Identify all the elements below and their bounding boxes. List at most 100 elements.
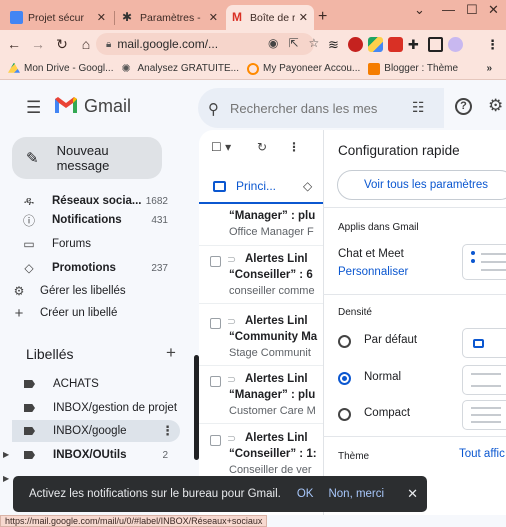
row-checkbox[interactable] (210, 435, 221, 446)
density-compact-label: Compact (364, 407, 411, 419)
density-default-label: Par défaut (364, 334, 418, 346)
density-normal-label: Normal (364, 371, 402, 383)
extension-icon[interactable]: ≋ (328, 37, 343, 52)
profile-avatar-icon[interactable] (448, 37, 463, 52)
important-icon[interactable]: ⊃ (227, 373, 236, 386)
main-menu-icon[interactable]: ☰ (26, 98, 41, 118)
bookmark-payoneer[interactable]: My Payoneer Accou... (247, 62, 360, 75)
customize-link[interactable]: Personnaliser (338, 266, 408, 278)
help-icon[interactable]: ? (455, 98, 472, 115)
density-section-title: Densité (338, 307, 372, 318)
star-icon[interactable]: ☆ (309, 36, 330, 50)
sidebar-label-google[interactable]: INBOX/google ⋮ (12, 420, 180, 442)
bookmarks-bar: Mon Drive - Googl... ✺ Analysez GRATUITE… (0, 58, 506, 80)
tag-icon: ◇ (24, 261, 34, 275)
important-icon[interactable]: ⊃ (227, 315, 236, 328)
browser-tab-1[interactable]: Projet sécur ✕ (4, 5, 112, 30)
maximize-icon[interactable]: ☐ (466, 2, 478, 18)
density-compact-preview (462, 400, 506, 430)
close-icon[interactable]: ✕ (97, 11, 106, 24)
share-icon[interactable]: ⇱ (288, 36, 308, 50)
see-all-settings-button[interactable]: Voir tous les paramètres (337, 170, 506, 200)
close-icon[interactable]: ✕ (299, 11, 308, 24)
close-icon[interactable]: ✕ (407, 486, 418, 502)
label-icon (24, 380, 35, 388)
mail-row[interactable]: ⊃ Alertes Linl “Manager” : plu Customer … (199, 368, 323, 424)
close-window-icon[interactable]: ✕ (488, 2, 499, 18)
density-default-radio[interactable] (338, 335, 351, 348)
extension-abp-icon[interactable] (348, 37, 363, 52)
close-icon[interactable]: ✕ (209, 11, 218, 24)
home-icon[interactable]: ⌂ (76, 36, 96, 52)
extension-red-icon[interactable] (388, 37, 403, 52)
search-icon[interactable]: ⚲ (208, 100, 219, 118)
browser-tab-2[interactable]: ✱ Paramètres - ✕ (116, 5, 224, 30)
new-tab-button[interactable]: + (318, 8, 327, 26)
mail-row[interactable]: ⊃ Alertes Linl “Conseiller” : 1: Conseil… (199, 427, 323, 483)
more-vert-icon[interactable]: ⋮ (288, 140, 300, 154)
add-label-button[interactable]: + (166, 343, 176, 363)
compose-button[interactable]: ✎ Nouveau message (12, 137, 162, 179)
tag-icon[interactable]: ◇ (303, 179, 312, 193)
minimize-icon[interactable]: — (442, 2, 455, 17)
bookmark-blogger[interactable]: Blogger : Thème (368, 62, 458, 75)
density-normal-preview (462, 365, 506, 395)
plus-icon: + (14, 304, 24, 322)
drive-extension-icon[interactable] (368, 37, 383, 52)
sidebar-item-forums[interactable]: ▭ Forums (12, 233, 180, 255)
density-normal-radio[interactable] (338, 372, 351, 385)
bookmark-drive[interactable]: Mon Drive - Googl... (8, 62, 113, 75)
gmail-favicon-icon: M (232, 10, 242, 24)
sidebar-item-create-label[interactable]: + Créer un libellé (12, 302, 180, 324)
browser-tab-3[interactable]: M Boîte de réc ✕ (226, 5, 314, 30)
density-compact-radio[interactable] (338, 408, 351, 421)
expand-arrow-icon[interactable]: ▶ (3, 450, 9, 459)
theme-see-all-link[interactable]: Tout affic (459, 448, 505, 460)
bookmarks-overflow[interactable]: » (486, 63, 492, 74)
refresh-icon[interactable]: ↻ (257, 140, 267, 154)
sidebar-item-manage-labels[interactable]: ⚙ Gérer les libellés (12, 280, 180, 302)
back-arrow-icon[interactable]: ← (4, 36, 24, 52)
snackbar-message: Activez les notifications sur le bureau … (29, 488, 281, 500)
mail-row[interactable]: “Manager” : plu Office Manager F (199, 206, 323, 246)
puzzle-icon[interactable]: ✚ (408, 37, 423, 52)
seo-icon: ✺ (121, 62, 131, 75)
more-vert-icon[interactable]: ⋮ (486, 37, 501, 52)
search-input[interactable] (230, 98, 402, 118)
select-all-checkbox[interactable]: ☐ ▾ (211, 140, 231, 154)
theme-section-title: Thème (338, 451, 370, 462)
chevron-down-icon[interactable]: ⌄ (414, 2, 425, 18)
row-checkbox[interactable] (210, 376, 221, 387)
snackbar-ok-button[interactable]: OK (297, 488, 314, 500)
mail-row[interactable]: ⊃ Alertes Linl “Conseiller” : 6 conseill… (199, 248, 323, 304)
sidebar-label-gestion-projet[interactable]: INBOX/gestion de projet (12, 397, 180, 419)
more-vert-icon[interactable]: ⋮ (161, 423, 174, 439)
snackbar-no-button[interactable]: Non, merci (328, 488, 384, 500)
inbox-icon (213, 180, 226, 192)
eye-icon[interactable]: ◉ (268, 36, 288, 50)
sidebar-label-outils[interactable]: INBOX/OUtils 2 (12, 444, 180, 466)
divider (323, 294, 506, 295)
tab-separator (114, 11, 115, 25)
important-icon[interactable]: ⊃ (227, 253, 236, 266)
reload-icon[interactable]: ↻ (52, 36, 72, 53)
info-icon: ⓘ (22, 213, 35, 228)
sidebar-item-notifications[interactable]: ⓘ Notifications 431 (12, 209, 180, 231)
row-checkbox[interactable] (210, 256, 221, 267)
bookmark-analysez[interactable]: ✺ Analysez GRATUITE... (121, 63, 239, 75)
settings-gear-icon[interactable]: ⚙ (488, 96, 503, 116)
sidebar-label-achats[interactable]: ACHATS (12, 373, 180, 395)
quick-settings-title: Configuration rapide (338, 143, 460, 158)
search-options-icon[interactable]: ☷ (412, 99, 425, 116)
sidebar-item-promotions[interactable]: ◇ Promotions 237 (12, 257, 180, 279)
pencil-icon: ✎ (26, 150, 39, 167)
side-panel-icon[interactable] (428, 37, 443, 52)
row-checkbox[interactable] (210, 318, 221, 329)
chat-meet-label: Chat et Meet (338, 248, 404, 260)
mail-row[interactable]: ⊃ Alertes Linl “Community Ma Stage Commu… (199, 310, 323, 366)
payoneer-icon (247, 62, 259, 75)
tab-primary[interactable]: Princi... ◇ (199, 170, 323, 204)
important-icon[interactable]: ⊃ (227, 432, 236, 445)
expand-arrow-icon[interactable]: ▶ (3, 474, 9, 483)
forward-arrow-icon[interactable]: → (28, 36, 48, 52)
